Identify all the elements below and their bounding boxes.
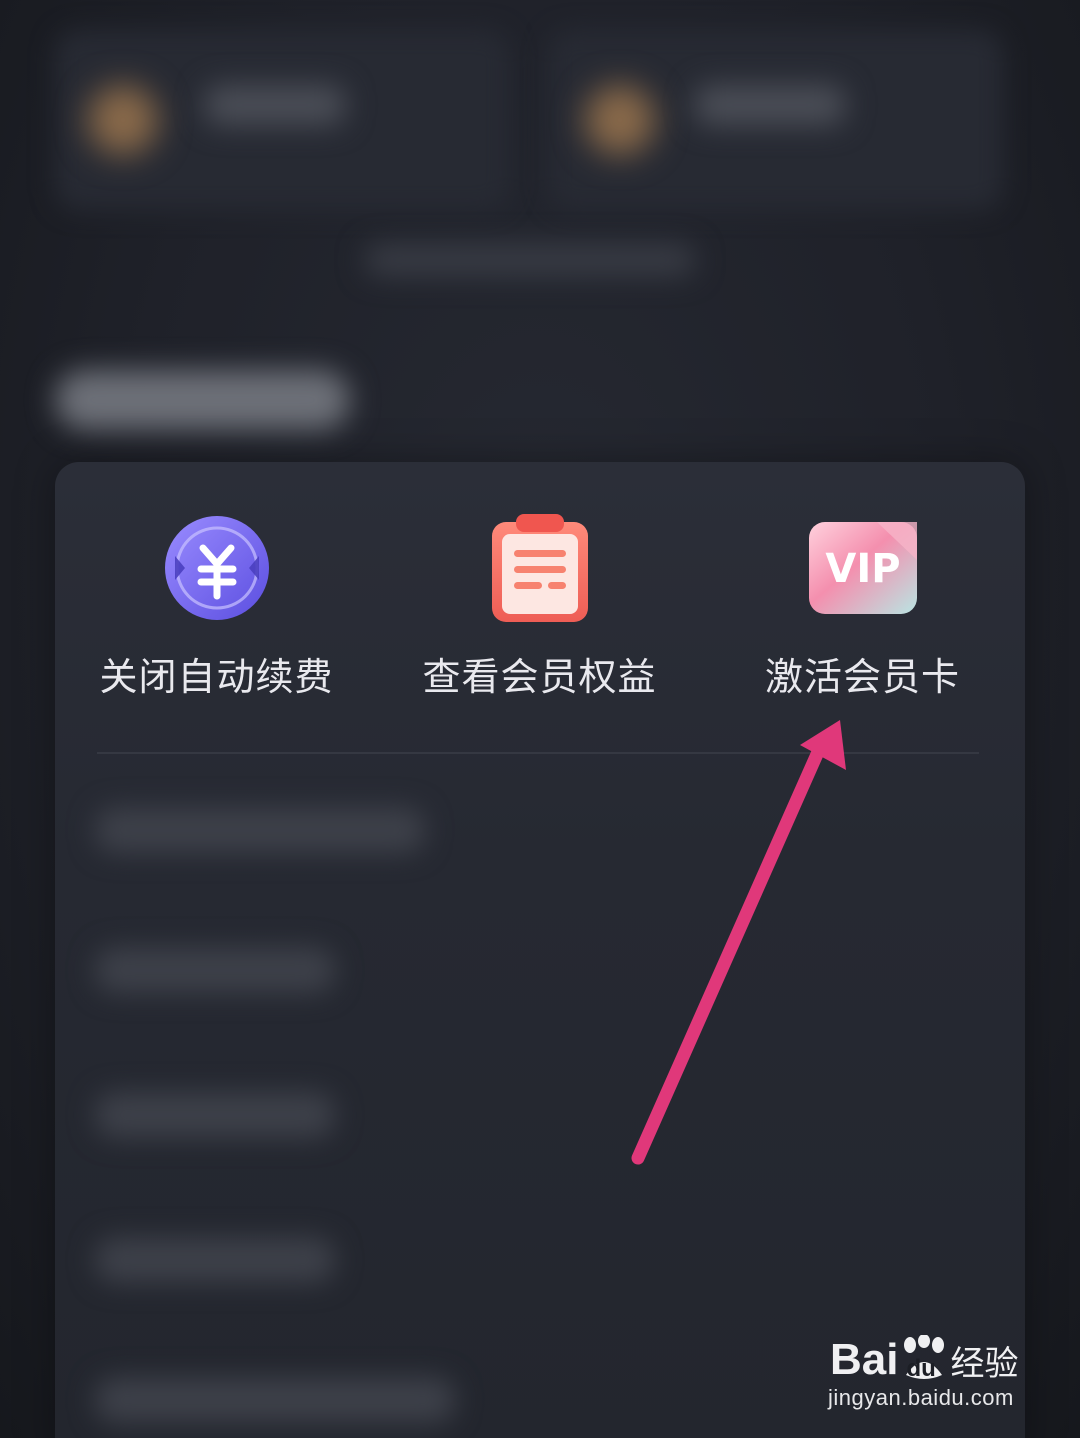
quick-actions-row: 关闭自动续费 查看会员权益 VIP 激活会员卡 xyxy=(55,462,1025,752)
cancel-auto-renew-button[interactable]: 关闭自动续费 xyxy=(55,512,378,712)
watermark-brand-cn: 经验 xyxy=(950,1345,1019,1383)
action-label: 关闭自动续费 xyxy=(99,655,334,699)
baidu-jingyan-watermark: Bai du 经验 jingyan.baidu.com xyxy=(825,1325,1045,1425)
divider xyxy=(97,752,979,754)
watermark-brand: Bai xyxy=(830,1335,899,1384)
watermark-brand-suffix: du xyxy=(906,1355,936,1382)
blurred-text xyxy=(205,85,345,125)
watermark-url: jingyan.baidu.com xyxy=(828,1385,1014,1410)
app-screen: 关闭自动续费 查看会员权益 VIP 激活会员卡 Bai du 经验 jingya… xyxy=(0,0,1080,1438)
list-item[interactable] xyxy=(95,1092,335,1138)
yuan-coin-icon xyxy=(161,512,273,624)
vip-card-icon: VIP xyxy=(807,512,919,624)
blurred-link[interactable] xyxy=(365,245,695,275)
vip-text: VIP xyxy=(825,546,900,592)
avatar xyxy=(88,85,158,155)
clipboard-list-icon xyxy=(484,512,596,624)
list-item[interactable] xyxy=(95,947,335,993)
blurred-text xyxy=(695,85,845,125)
avatar xyxy=(585,85,655,155)
view-member-benefits-button[interactable]: 查看会员权益 xyxy=(378,512,701,712)
list-item[interactable] xyxy=(95,807,425,853)
list-item[interactable] xyxy=(95,1237,335,1283)
action-label: 激活会员卡 xyxy=(764,655,960,699)
section-title xyxy=(55,370,350,430)
action-label: 查看会员权益 xyxy=(422,655,657,699)
member-services-card: 关闭自动续费 查看会员权益 VIP 激活会员卡 xyxy=(55,462,1025,1438)
watermark-logo: Bai du 经验 xyxy=(830,1325,1018,1385)
paw-icon: du xyxy=(900,1334,948,1385)
list-item[interactable] xyxy=(95,1377,455,1423)
activate-member-card-button[interactable]: VIP 激活会员卡 xyxy=(701,512,1024,712)
